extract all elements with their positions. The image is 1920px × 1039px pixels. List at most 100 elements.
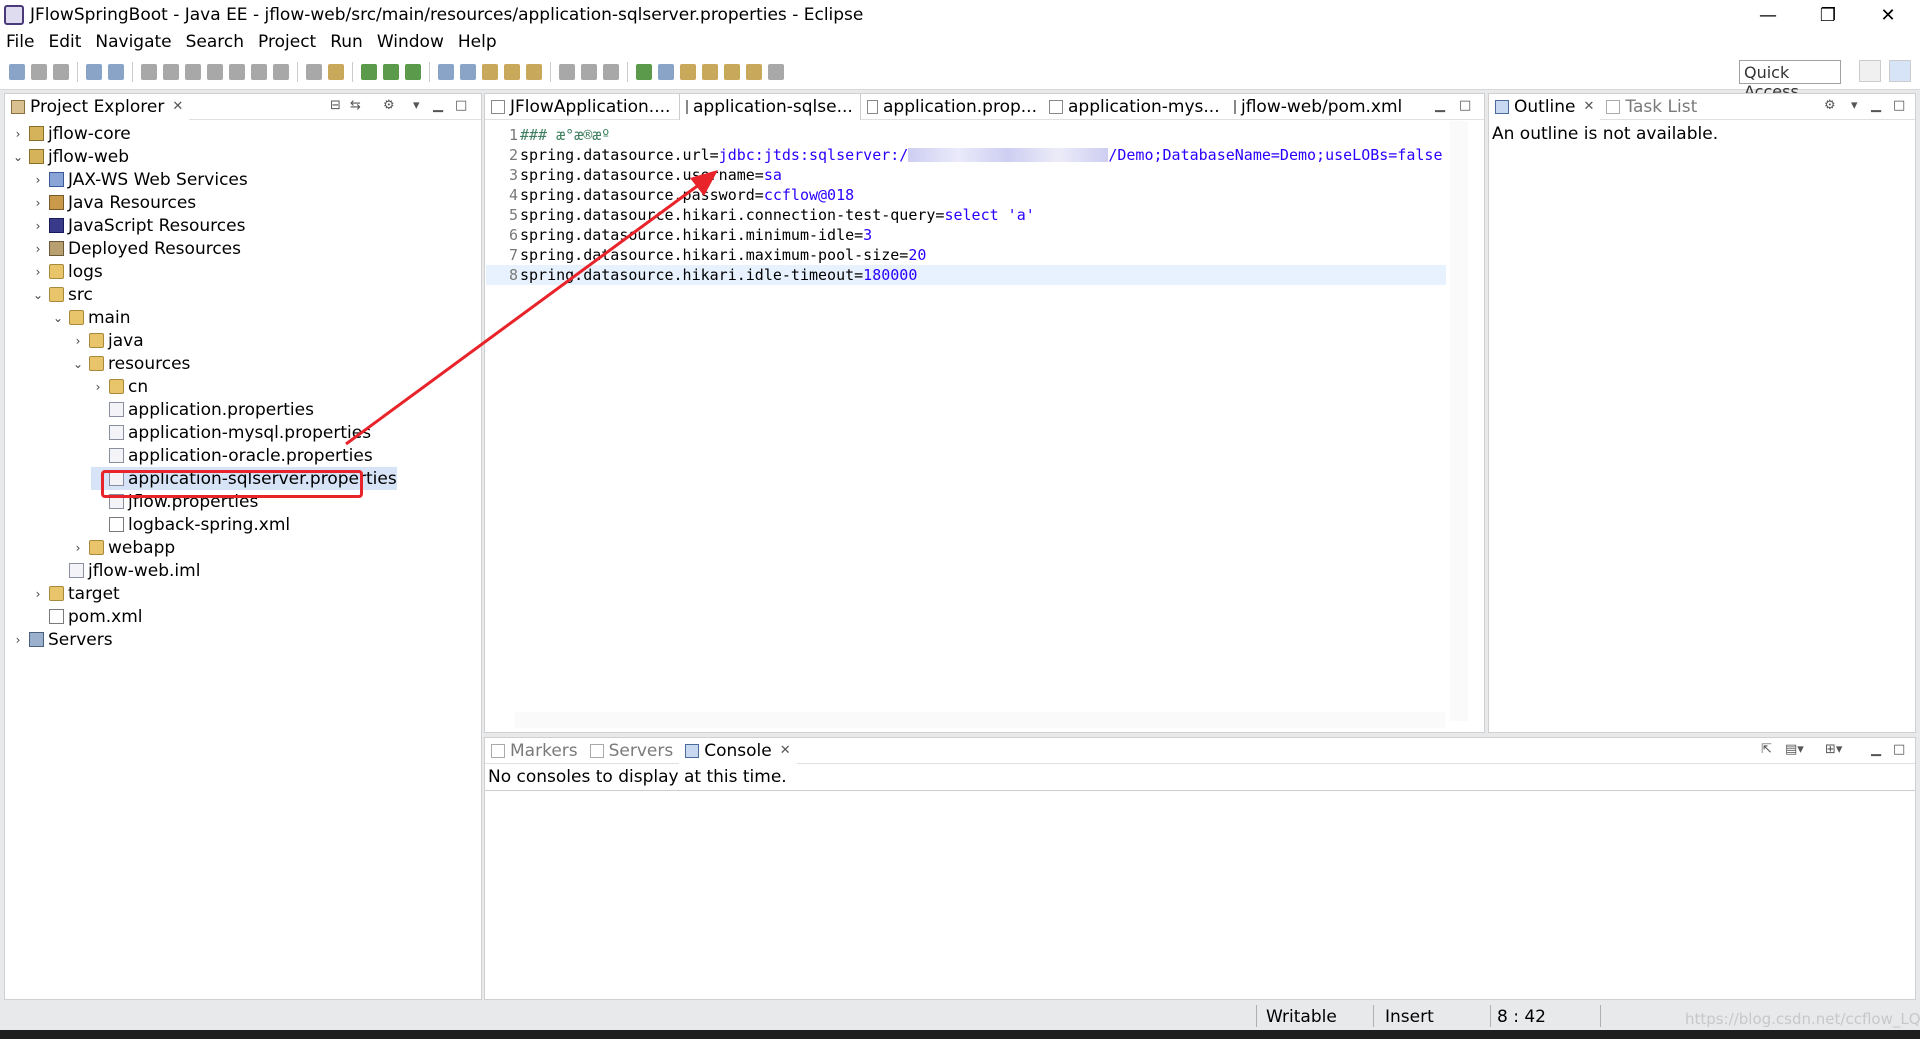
debug-icon[interactable] <box>361 63 377 80</box>
new-server-icon[interactable] <box>438 63 454 80</box>
save-all-icon[interactable] <box>53 63 69 80</box>
menu-window[interactable]: Window <box>377 32 444 52</box>
tree-item[interactable]: › webapp <box>71 536 176 559</box>
terminate-icon[interactable] <box>185 63 201 80</box>
collapse-all-icon[interactable]: ⊟ <box>330 98 341 113</box>
toggle-mark-icon[interactable] <box>559 63 575 80</box>
tab-project-explorer[interactable]: Project Explorer ✕ <box>5 93 190 120</box>
minimize-button[interactable]: — <box>1740 0 1796 30</box>
coverage-icon[interactable] <box>405 63 421 80</box>
maximize-view-icon[interactable]: □ <box>1893 742 1905 757</box>
display-console-icon[interactable]: ▤▾ <box>1785 742 1804 757</box>
maximize-view-icon[interactable]: □ <box>455 98 467 113</box>
back-icon[interactable] <box>746 63 762 80</box>
tab-application-sqlserver[interactable]: application-sqlse...✕ <box>679 93 861 120</box>
minimize-view-icon[interactable]: ▁ <box>1871 98 1881 113</box>
expand-icon[interactable]: › <box>71 334 85 348</box>
tree-item[interactable]: application-oracle.properties <box>91 444 373 467</box>
close-button[interactable]: ✕ <box>1860 0 1916 30</box>
code-editor[interactable]: 1 ### æ°æ®æº 2 spring.datasource.url= jdbc:… <box>486 121 1484 731</box>
filter-icon[interactable]: ⚙ <box>1824 98 1836 113</box>
skip-breakpoints-icon[interactable] <box>108 63 124 80</box>
tab-markers[interactable]: Markers <box>485 738 584 764</box>
tree-item[interactable]: › Java Resources <box>31 191 197 214</box>
tab-servers[interactable]: Servers <box>584 738 680 764</box>
expand-icon[interactable]: › <box>11 127 25 141</box>
tree-item[interactable]: pom.xml <box>31 605 143 628</box>
search-icon[interactable] <box>526 63 542 80</box>
menu-run[interactable]: Run <box>330 32 363 52</box>
collapse-icon[interactable]: ⌄ <box>71 357 85 371</box>
tree-item[interactable]: › jflow-core <box>11 122 131 145</box>
show-whitespace-icon[interactable] <box>581 63 597 80</box>
menu-edit[interactable]: Edit <box>48 32 81 52</box>
tree-item[interactable]: › cn <box>91 375 149 398</box>
expand-icon[interactable]: › <box>31 587 45 601</box>
step-over-icon[interactable] <box>251 63 267 80</box>
filter-icon[interactable]: ⚙ <box>383 98 395 113</box>
close-icon[interactable]: ✕ <box>780 743 791 758</box>
suspend-icon[interactable] <box>163 63 179 80</box>
tree-item[interactable]: › JavaScript Resources <box>31 214 246 237</box>
tab-pom-xml[interactable]: jflow-web/pom.xml <box>1228 94 1408 120</box>
tree-item[interactable]: ⌄ src <box>31 283 93 306</box>
menu-file[interactable]: File <box>6 32 34 52</box>
open-type-icon[interactable] <box>482 63 498 80</box>
tree-item[interactable]: › Deployed Resources <box>31 237 241 260</box>
new-icon[interactable] <box>9 63 25 80</box>
editor-vertical-scrollbar[interactable] <box>1450 121 1468 721</box>
tree-item[interactable]: ⌄ main <box>51 306 131 329</box>
maximize-view-icon[interactable]: □ <box>1893 98 1905 113</box>
close-icon[interactable]: ✕ <box>172 99 183 114</box>
link-with-editor-icon[interactable]: ⇆ <box>350 98 361 113</box>
quick-access-input[interactable]: Quick Access <box>1739 60 1841 101</box>
tab-outline[interactable]: Outline ✕ <box>1489 93 1601 120</box>
minimize-view-icon[interactable]: ▁ <box>433 98 443 113</box>
expand-icon[interactable]: › <box>11 633 25 647</box>
disconnect-icon[interactable] <box>207 63 223 80</box>
expand-icon[interactable]: › <box>31 219 45 233</box>
expand-icon[interactable]: › <box>31 196 45 210</box>
tab-application-properties[interactable]: application.prop... <box>861 94 1043 120</box>
collapse-icon[interactable]: ⌄ <box>31 288 45 302</box>
menu-search[interactable]: Search <box>186 32 244 52</box>
expand-icon[interactable]: › <box>31 242 45 256</box>
maximize-view-icon[interactable]: □ <box>1459 98 1471 113</box>
pin-icon[interactable] <box>658 63 674 80</box>
restore-button[interactable]: ❐ <box>1800 0 1856 30</box>
expand-icon[interactable]: › <box>71 541 85 555</box>
view-menu-icon[interactable]: ▾ <box>413 98 420 113</box>
globe-icon[interactable] <box>636 63 652 80</box>
open-task-icon[interactable] <box>504 63 520 80</box>
open-perspective-icon[interactable] <box>1859 60 1881 82</box>
terminal-icon[interactable] <box>86 63 102 80</box>
pin-console-icon[interactable]: ⇱ <box>1761 742 1772 757</box>
tree-item[interactable]: application-mysql.properties <box>91 421 371 444</box>
tree-item[interactable]: › Servers <box>11 628 113 651</box>
tab-jflow-application[interactable]: JFlowApplication.... <box>485 94 679 120</box>
step-return-icon[interactable] <box>273 63 289 80</box>
menu-help[interactable]: Help <box>458 32 497 52</box>
last-edit-icon[interactable] <box>724 63 740 80</box>
tab-console[interactable]: Console ✕ <box>679 737 797 764</box>
tree-item[interactable]: application.properties <box>91 398 314 421</box>
tree-item[interactable]: ⌄ jflow-web <box>11 145 129 168</box>
tree-item[interactable]: logback-spring.xml <box>91 513 290 536</box>
tab-task-list[interactable]: Task List <box>1600 94 1703 120</box>
resume-icon[interactable] <box>141 63 157 80</box>
menu-project[interactable]: Project <box>258 32 316 52</box>
forward-icon[interactable] <box>768 63 784 80</box>
tree-item[interactable]: jflow-web.iml <box>51 559 200 582</box>
view-menu-icon[interactable]: ▾ <box>1851 98 1858 113</box>
editor-horizontal-scrollbar[interactable] <box>515 712 1445 728</box>
expand-icon[interactable]: › <box>31 173 45 187</box>
open-console-icon[interactable]: ⊞▾ <box>1825 742 1842 757</box>
run-icon[interactable] <box>383 63 399 80</box>
toggle-block-icon[interactable] <box>306 63 322 80</box>
collapse-icon[interactable]: ⌄ <box>11 150 25 164</box>
new-web-icon[interactable] <box>460 63 476 80</box>
tree-item[interactable]: › logs <box>31 260 103 283</box>
previous-annotation-icon[interactable] <box>702 63 718 80</box>
tree-item[interactable]: › target <box>31 582 120 605</box>
step-into-icon[interactable] <box>229 63 245 80</box>
